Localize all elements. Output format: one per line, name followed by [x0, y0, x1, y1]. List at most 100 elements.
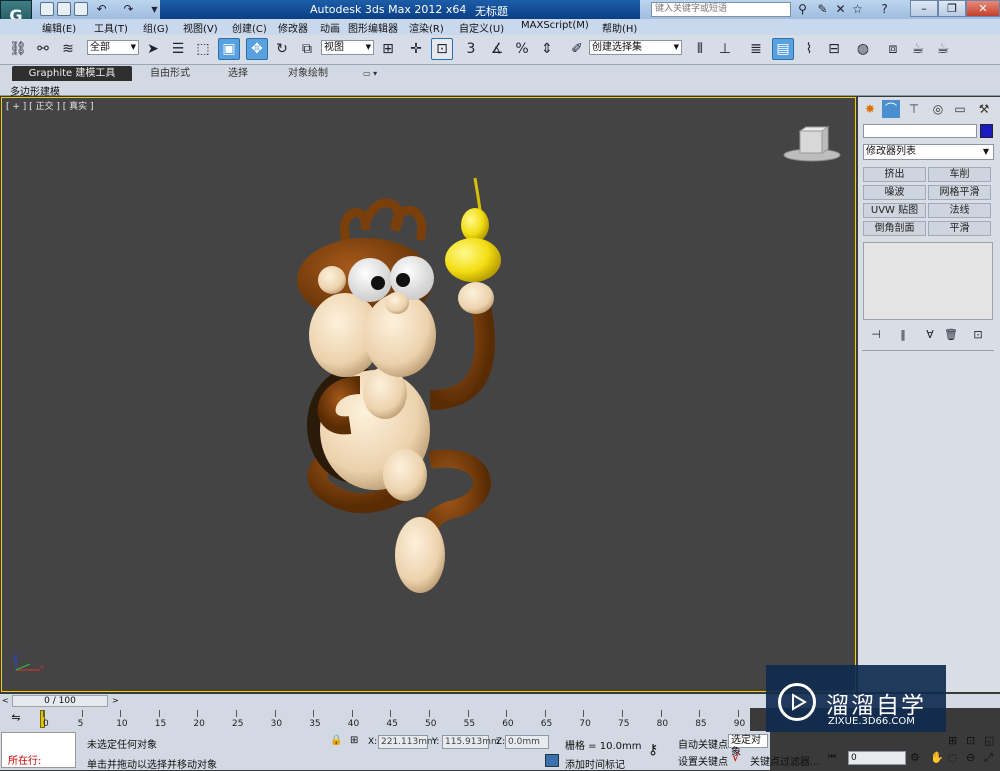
menu-rendering[interactable]: 渲染(R)	[409, 20, 444, 35]
modifier-button-lathe[interactable]: 车削	[928, 167, 991, 182]
ribbon-options-icon[interactable]: ▭ ▾	[363, 66, 377, 81]
modifier-button-bevel-profile[interactable]: 倒角剖面	[863, 221, 926, 236]
display-tab-icon[interactable]: ▭	[951, 100, 969, 118]
viewcube-icon[interactable]	[780, 125, 850, 167]
save-file-icon[interactable]	[74, 2, 88, 16]
time-tag-icon[interactable]	[545, 754, 559, 767]
schematic-view-icon[interactable]: ⊟	[823, 38, 845, 60]
modifier-button-uvw-map[interactable]: UVW 贴图	[863, 203, 926, 218]
menu-help[interactable]: 帮助(H)	[602, 20, 637, 35]
select-and-move-icon[interactable]: ✥	[246, 38, 268, 60]
zoom-all-icon[interactable]: ⊡	[966, 734, 975, 747]
render-production-icon[interactable]: ☕	[932, 38, 954, 60]
set-key-label[interactable]: 设置关键点	[678, 753, 728, 768]
render-setup-icon[interactable]: ⧈	[882, 38, 904, 60]
unlink-icon[interactable]: ⚯	[32, 38, 54, 60]
monkey-model[interactable]	[280, 170, 540, 600]
align-icon[interactable]: ⊥	[714, 38, 736, 60]
new-file-icon[interactable]	[40, 2, 54, 16]
tab-graphite[interactable]: Graphite 建模工具	[12, 66, 132, 81]
auto-key-label[interactable]: 自动关键点	[678, 736, 728, 751]
selection-region-icon[interactable]: ⬚	[192, 38, 214, 60]
open-file-icon[interactable]	[57, 2, 71, 16]
select-and-manipulate-icon[interactable]: ✛	[405, 38, 427, 60]
tab-object-paint[interactable]: 对象绘制	[288, 66, 328, 81]
snaps-toggle-icon[interactable]: 3	[460, 38, 482, 60]
angle-snap-icon[interactable]: ∡	[486, 38, 508, 60]
window-crossing-icon[interactable]: ▣	[218, 38, 240, 60]
select-and-scale-icon[interactable]: ⧉	[296, 38, 318, 60]
maxscript-listener[interactable]: 所在行:	[1, 732, 76, 768]
undo-icon[interactable]: ↶	[94, 2, 109, 17]
mini-curve-editor-icon[interactable]: ⇋	[8, 711, 24, 725]
utilities-tab-icon[interactable]: ⚒	[975, 100, 993, 118]
absolute-mode-icon[interactable]: ⊞	[350, 735, 358, 746]
redo-icon[interactable]: ↷	[121, 2, 136, 17]
pan-view-icon[interactable]: ✋	[930, 751, 944, 764]
percent-snap-icon[interactable]: %	[511, 38, 533, 60]
wrench-icon[interactable]: ✎	[815, 2, 830, 17]
menu-edit[interactable]: 编辑(E)	[42, 20, 76, 35]
select-and-rotate-icon[interactable]: ↻	[271, 38, 293, 60]
time-slider-prev-icon[interactable]: <	[2, 696, 9, 705]
keyboard-shortcut-override-icon[interactable]: ⊡	[431, 38, 453, 60]
modifier-button-noise[interactable]: 噪波	[863, 185, 926, 200]
menu-group[interactable]: 组(G)	[143, 20, 169, 35]
frame-spinner[interactable]: 0	[848, 751, 906, 765]
pivot-center-icon[interactable]: ⊞	[377, 38, 399, 60]
bind-spacewarp-icon[interactable]: ≋	[57, 38, 79, 60]
zoom-extents-icon[interactable]: ⊞	[948, 734, 957, 747]
menu-graph-editors[interactable]: 图形编辑器	[348, 20, 398, 35]
select-object-icon[interactable]: ➤	[142, 38, 164, 60]
binoculars-icon[interactable]: ⚲	[795, 2, 810, 17]
mirror-icon[interactable]: ⫴	[689, 38, 711, 60]
go-to-start-icon[interactable]: ⏮	[828, 752, 836, 762]
search-input[interactable]: 键入关键字或短语	[651, 2, 791, 17]
time-slider-next-icon[interactable]: >	[112, 696, 119, 705]
minimize-button[interactable]: –	[910, 0, 938, 17]
ribbon-subpanel[interactable]: 多边形建模	[0, 82, 1000, 98]
layer-manager-icon[interactable]: ≣	[745, 38, 767, 60]
object-color-swatch[interactable]	[980, 124, 993, 138]
select-by-name-icon[interactable]: ☰	[167, 38, 189, 60]
maximize-button[interactable]: ❐	[938, 0, 966, 17]
key-filters-button[interactable]: 关键点过滤器...	[750, 753, 820, 768]
edit-named-selection-icon[interactable]: ✐	[566, 38, 588, 60]
chevron-down-icon[interactable]: ▼	[979, 145, 993, 159]
pin-stack-icon[interactable]: ⊣	[868, 328, 884, 342]
make-unique-icon[interactable]: ∀	[922, 328, 938, 342]
modifier-button-normal[interactable]: 法线	[928, 203, 991, 218]
time-slider[interactable]: 0 / 100	[12, 695, 108, 707]
lock-selection-icon[interactable]: 🔒	[330, 735, 342, 746]
close-window-button[interactable]: ✕	[966, 0, 1000, 17]
material-editor-icon[interactable]: ◍	[852, 38, 874, 60]
orbit-icon[interactable]: ◌	[948, 751, 958, 764]
key-curve-icon[interactable]: √	[732, 750, 740, 764]
modifier-stack[interactable]	[863, 242, 993, 320]
selected-set-dropdown[interactable]: 选定对象	[728, 734, 768, 758]
menu-views[interactable]: 视图(V)	[183, 20, 218, 35]
rendered-frame-icon[interactable]: ☕	[907, 38, 929, 60]
key-icon[interactable]: ⚷	[648, 742, 658, 758]
link-icon[interactable]: ⛓	[7, 38, 29, 60]
spinner-snap-icon[interactable]: ⇕	[536, 38, 558, 60]
time-config-icon[interactable]: ⚙	[910, 751, 920, 764]
menu-maxscript[interactable]: MAXScript(M)	[521, 20, 589, 31]
track-bar[interactable]	[0, 708, 750, 731]
create-tab-icon[interactable]: ✸	[861, 100, 879, 118]
help-icon[interactable]: ?	[877, 2, 892, 17]
motion-tab-icon[interactable]: ◎	[929, 100, 947, 118]
modifier-button-smooth[interactable]: 平滑	[928, 221, 991, 236]
object-name-field[interactable]	[863, 124, 977, 138]
y-coordinate-field[interactable]: 115.913mm	[442, 735, 500, 749]
menu-customize[interactable]: 自定义(U)	[459, 20, 504, 35]
modifier-button-extrude[interactable]: 挤出	[863, 167, 926, 182]
modifier-list-dropdown[interactable]: 修改器列表	[863, 144, 994, 160]
reference-coordinate-dropdown[interactable]: 视图	[321, 40, 374, 55]
remove-modifier-icon[interactable]: 🗑	[943, 328, 959, 342]
x-coordinate-field[interactable]: 221.113mm	[378, 735, 436, 749]
viewport-label[interactable]: [ + ] [ 正交 ] [ 真实 ]	[6, 99, 94, 112]
maximize-viewport-icon[interactable]: ⤢	[984, 751, 993, 765]
walkthrough-icon[interactable]: ⊖	[966, 751, 975, 764]
z-coordinate-field[interactable]: 0.0mm	[505, 735, 549, 749]
